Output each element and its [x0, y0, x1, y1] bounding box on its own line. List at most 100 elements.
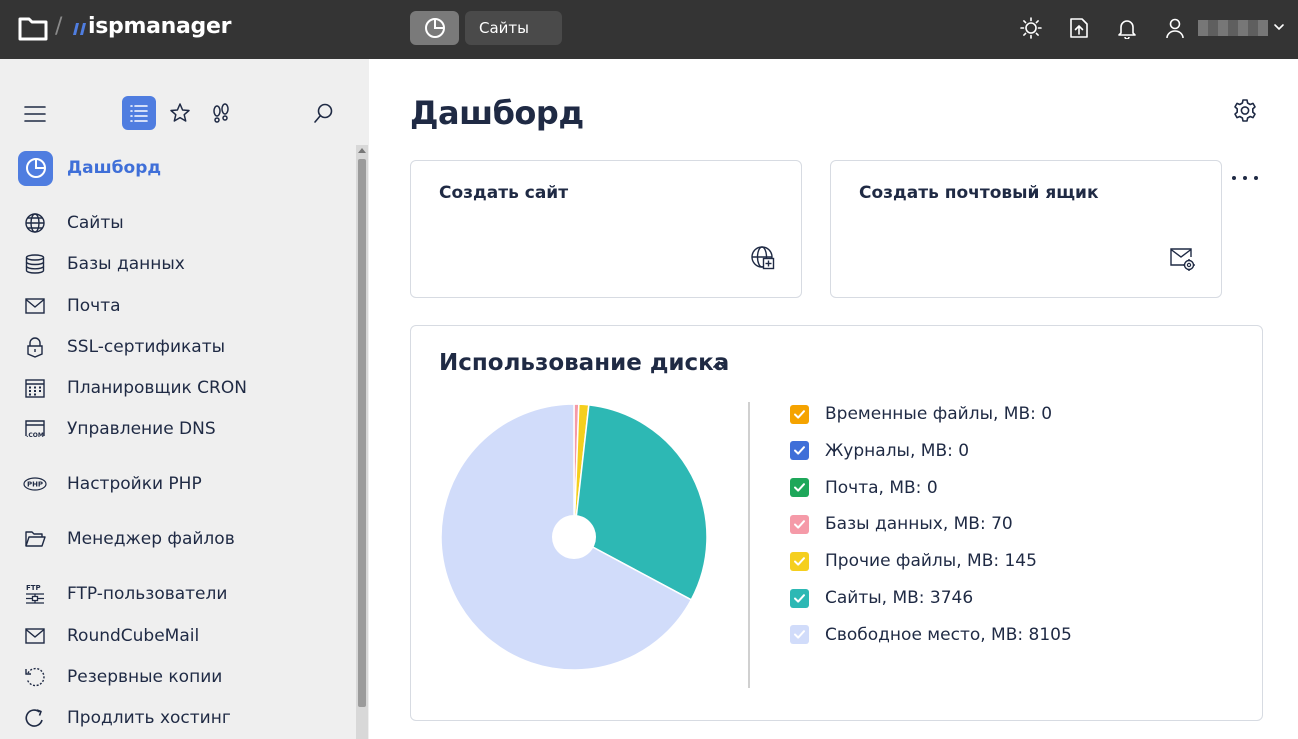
legend-label: Временные файлы, MB: 0	[825, 404, 1053, 424]
globe-icon	[22, 210, 48, 236]
legend-item[interactable]: Сайты, MB: 3746	[790, 586, 973, 610]
sidebar-item-label: Управление DNS	[67, 419, 216, 439]
sidebar-item-label: Настройки PHP	[67, 474, 202, 494]
list-icon[interactable]	[122, 96, 156, 130]
notifications-icon[interactable]	[1114, 15, 1140, 41]
create-mailbox-card[interactable]: Создать почтовый ящик	[830, 160, 1222, 298]
pie-center-hole	[552, 515, 596, 559]
checkbox-checked-icon[interactable]	[790, 514, 809, 534]
dashboard-icon	[18, 150, 53, 186]
scroll-up-arrow-icon[interactable]	[358, 148, 366, 153]
sidebar-item-backups[interactable]: Резервные копии	[0, 659, 350, 695]
create-mailbox-title: Создать почтовый ящик	[859, 183, 1099, 203]
sidebar-item-dashboard[interactable]: Дашборд	[0, 150, 350, 186]
legend-label: Журналы, MB: 0	[825, 440, 970, 461]
database-icon	[22, 251, 48, 277]
chevron-up-icon[interactable]	[711, 357, 727, 371]
lock-icon	[22, 334, 48, 360]
create-site-title: Создать сайт	[439, 183, 569, 203]
dns-icon: .COM	[22, 416, 48, 442]
checkbox-checked-icon[interactable]	[790, 588, 809, 608]
legend-item[interactable]: Журналы, MB: 0	[790, 439, 969, 463]
sidebar-item-ftp[interactable]: FTP FTP-пользователи	[0, 576, 350, 612]
refresh-icon	[22, 705, 48, 731]
legend-label: Базы данных, MB: 70	[825, 514, 1013, 535]
theme-toggle-icon[interactable]	[1018, 15, 1044, 41]
disk-usage-title: Использование диска	[439, 350, 730, 376]
sidebar-item-php[interactable]: PHP Настройки PHP	[0, 466, 350, 502]
legend-item[interactable]: Прочие файлы, MB: 145	[790, 549, 1037, 573]
disk-usage-pie-chart	[440, 403, 708, 671]
dashboard-icon	[424, 18, 445, 38]
calendar-icon	[22, 375, 48, 401]
sidebar-item-cron[interactable]: Планировщик CRON	[0, 370, 350, 406]
logo-text[interactable]: ispmanager	[88, 14, 231, 39]
backup-icon	[22, 664, 48, 690]
sites-tab-label: Сайты	[479, 19, 529, 37]
sidebar-item-label: Продлить хостинг	[67, 708, 231, 728]
sidebar-item-sites[interactable]: Сайты	[0, 205, 350, 241]
legend-item[interactable]: Временные файлы, MB: 0	[790, 402, 1052, 426]
checkbox-checked-icon[interactable]	[790, 404, 809, 424]
create-site-card[interactable]: Создать сайт	[410, 160, 802, 298]
legend-label: Свободное место, MB: 8105	[825, 624, 1072, 645]
php-icon: PHP	[22, 471, 48, 497]
chevron-down-icon[interactable]	[1272, 20, 1286, 34]
star-icon[interactable]	[167, 100, 193, 126]
sidebar-item-label: Базы данных	[67, 254, 185, 274]
svg-text:PHP: PHP	[27, 481, 43, 489]
user-name[interactable]	[1198, 20, 1268, 36]
checkbox-checked-icon[interactable]	[790, 441, 809, 461]
mail-icon	[22, 293, 48, 319]
sidebar-scroll-thumb[interactable]	[358, 159, 366, 707]
checkbox-checked-icon[interactable]	[790, 478, 809, 498]
sidebar-item-label: Дашборд	[67, 158, 162, 178]
top-bar: / ispmanager Сайты	[0, 0, 1298, 59]
ftp-icon: FTP	[22, 581, 48, 607]
sidebar-item-label: Сайты	[67, 213, 124, 233]
sites-tab-button[interactable]: Сайты	[465, 11, 562, 45]
dot	[1232, 176, 1236, 180]
checkbox-checked-icon[interactable]	[790, 551, 809, 571]
sidebar-item-extend-hosting[interactable]: Продлить хостинг	[0, 700, 350, 736]
sidebar-item-dns[interactable]: .COM Управление DNS	[0, 411, 350, 447]
user-icon[interactable]	[1162, 15, 1188, 41]
sidebar-item-databases[interactable]: Базы данных	[0, 246, 350, 282]
sidebar-item-label: SSL-сертификаты	[67, 337, 226, 357]
sidebar-item-file-manager[interactable]: Менеджер файлов	[0, 521, 350, 557]
mail-icon	[22, 623, 48, 649]
sidebar-item-mail[interactable]: Почта	[0, 288, 350, 324]
upload-icon[interactable]	[1066, 15, 1092, 41]
logo-marks-icon	[73, 23, 86, 35]
sidebar-item-ssl[interactable]: SSL-сертификаты	[0, 329, 350, 365]
sidebar-item-label: Резервные копии	[67, 667, 223, 687]
sidebar-item-roundcubemail[interactable]: RoundCubeMail	[0, 618, 350, 654]
gear-icon[interactable]	[1232, 98, 1258, 124]
sidebar: Дашборд Сайты Базы данных Почта SSL-серт…	[0, 59, 369, 739]
legend-item[interactable]: Почта, MB: 0	[790, 476, 938, 500]
disk-usage-card: Использование диска Временные файлы, MB:…	[410, 325, 1263, 721]
dot	[1254, 176, 1258, 180]
folder-icon	[22, 526, 48, 552]
dashboard-button[interactable]	[410, 11, 459, 45]
sidebar-item-label: Менеджер файлов	[67, 529, 235, 549]
svg-text:.COM: .COM	[26, 432, 44, 439]
legend-item[interactable]: Свободное место, MB: 8105	[790, 623, 1072, 647]
legend-label: Прочие файлы, MB: 145	[825, 551, 1037, 572]
folder-logo-icon[interactable]	[18, 15, 48, 41]
legend-item[interactable]: Базы данных, MB: 70	[790, 512, 1013, 536]
legend-divider	[748, 402, 750, 688]
sidebar-item-label: Почта	[67, 296, 121, 316]
footsteps-icon[interactable]	[208, 100, 234, 126]
page-title: Дашборд	[410, 94, 584, 132]
checkbox-checked-icon[interactable]	[790, 625, 809, 645]
logo-separator: /	[55, 14, 63, 39]
menu-icon[interactable]	[22, 101, 48, 127]
mail-gear-icon	[1170, 248, 1195, 271]
globe-plus-icon	[751, 246, 775, 270]
search-icon[interactable]	[311, 100, 337, 126]
legend-label: Сайты, MB: 3746	[825, 588, 974, 608]
sidebar-item-label: RoundCubeMail	[67, 626, 200, 646]
more-actions-button[interactable]	[1232, 168, 1258, 188]
dot	[1243, 176, 1247, 180]
